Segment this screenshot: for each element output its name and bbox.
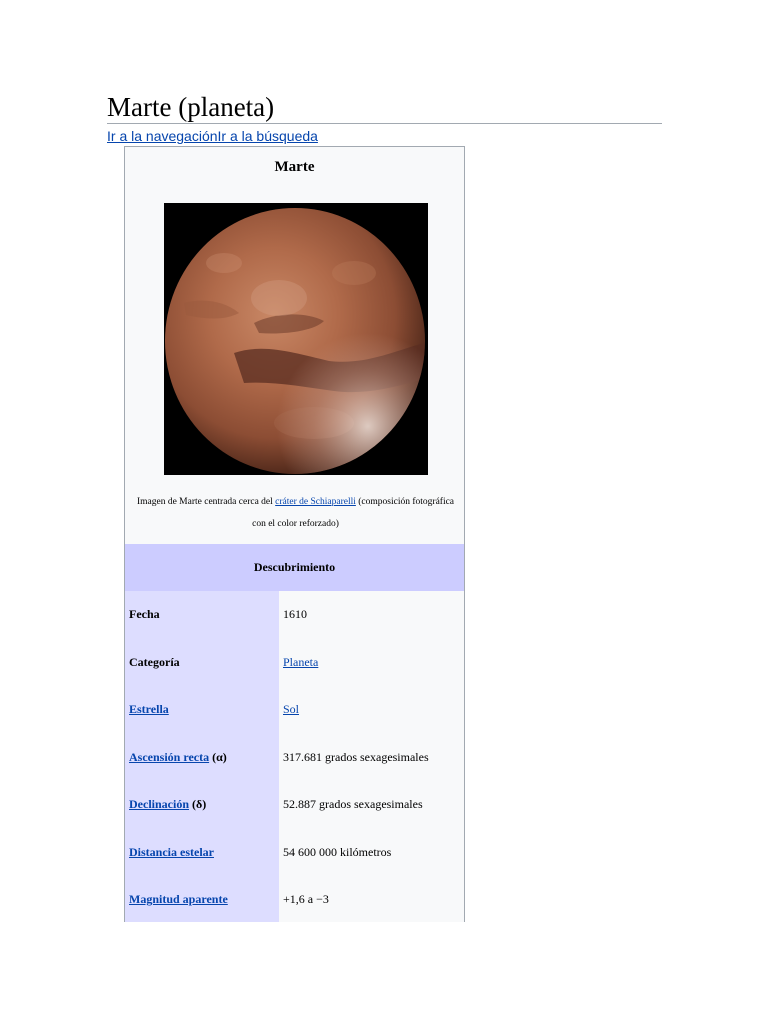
planeta-link[interactable]: Planeta xyxy=(283,655,318,669)
row-label: Ascensión recta (α) xyxy=(129,734,277,782)
row-label: Distancia estelar xyxy=(129,829,277,877)
skip-to-search-link[interactable]: Ir a la búsqueda xyxy=(218,128,318,144)
row-magnitud-aparente: Magnitud aparente +1,6 a −3 xyxy=(125,876,464,922)
row-value: Planeta xyxy=(283,639,463,687)
row-label: Fecha xyxy=(129,591,277,639)
alpha-symbol: (α) xyxy=(209,749,227,764)
value-ascension-recta: 317.681 grados sexagesimales xyxy=(283,749,429,764)
row-distancia-estelar: Distancia estelar 54 600 000 kilómetros xyxy=(125,829,464,877)
label-categoria: Categoría xyxy=(129,654,180,669)
infobox: Marte Imagen de Marte centrada cerca del… xyxy=(124,146,465,922)
distancia-estelar-link[interactable]: Distancia estelar xyxy=(129,845,214,859)
value-fecha: 1610 xyxy=(283,607,307,621)
row-label: Estrella xyxy=(129,686,277,734)
magnitud-aparente-link[interactable]: Magnitud aparente xyxy=(129,892,228,906)
declinacion-link[interactable]: Declinación xyxy=(129,797,189,811)
row-value: 54 600 000 kilómetros xyxy=(283,829,463,877)
row-estrella: Estrella Sol xyxy=(125,686,464,734)
infobox-title: Marte xyxy=(274,159,315,175)
row-value: 317.681 grados sexagesimales xyxy=(283,734,463,782)
row-value: +1,6 a −3 xyxy=(283,876,463,922)
schiaparelli-crater-link[interactable]: cráter de Schiaparelli xyxy=(275,497,356,507)
value-magnitud-aparente: +1,6 a −3 xyxy=(283,892,329,906)
sol-link[interactable]: Sol xyxy=(283,702,299,716)
row-ascension-recta: Ascensión recta (α) 317.681 grados sexag… xyxy=(125,734,464,782)
skip-to-navigation-link[interactable]: Ir a la navegación xyxy=(107,128,218,144)
row-label: Categoría xyxy=(129,639,277,687)
value-declinacion: 52.887 grados sexagesimales xyxy=(283,797,423,811)
row-value: 52.887 grados sexagesimales xyxy=(283,781,463,829)
row-value: 1610 xyxy=(283,591,463,639)
row-label: Magnitud aparente xyxy=(129,876,277,922)
discovery-section-header: Descubrimiento xyxy=(125,544,464,591)
mars-image[interactable] xyxy=(164,203,428,475)
row-label: Declinación (δ) xyxy=(129,781,277,829)
delta-symbol: (δ) xyxy=(189,797,207,811)
row-declinacion: Declinación (δ) 52.887 grados sexagesima… xyxy=(125,781,464,829)
ascension-recta-link[interactable]: Ascensión recta xyxy=(129,750,209,764)
infobox-rows: Fecha 1610 Categoría Planeta Estrella So… xyxy=(125,591,464,922)
value-distancia-estelar: 54 600 000 kilómetros xyxy=(283,844,392,859)
page-title: Marte (planeta) xyxy=(107,92,275,122)
row-value: Sol xyxy=(283,686,463,734)
row-fecha: Fecha 1610 xyxy=(125,591,464,639)
skip-links: Ir a la navegaciónIr a la búsqueda xyxy=(107,127,318,145)
row-categoria: Categoría Planeta xyxy=(125,639,464,687)
mars-planet-illustration xyxy=(164,203,428,475)
title-divider xyxy=(107,123,662,124)
estrella-link[interactable]: Estrella xyxy=(129,702,169,716)
caption-text-start: Imagen de Marte centrada cerca del xyxy=(136,497,276,507)
label-fecha: Fecha xyxy=(129,607,160,621)
image-caption: Imagen de Marte centrada cerca del cráte… xyxy=(129,491,462,535)
